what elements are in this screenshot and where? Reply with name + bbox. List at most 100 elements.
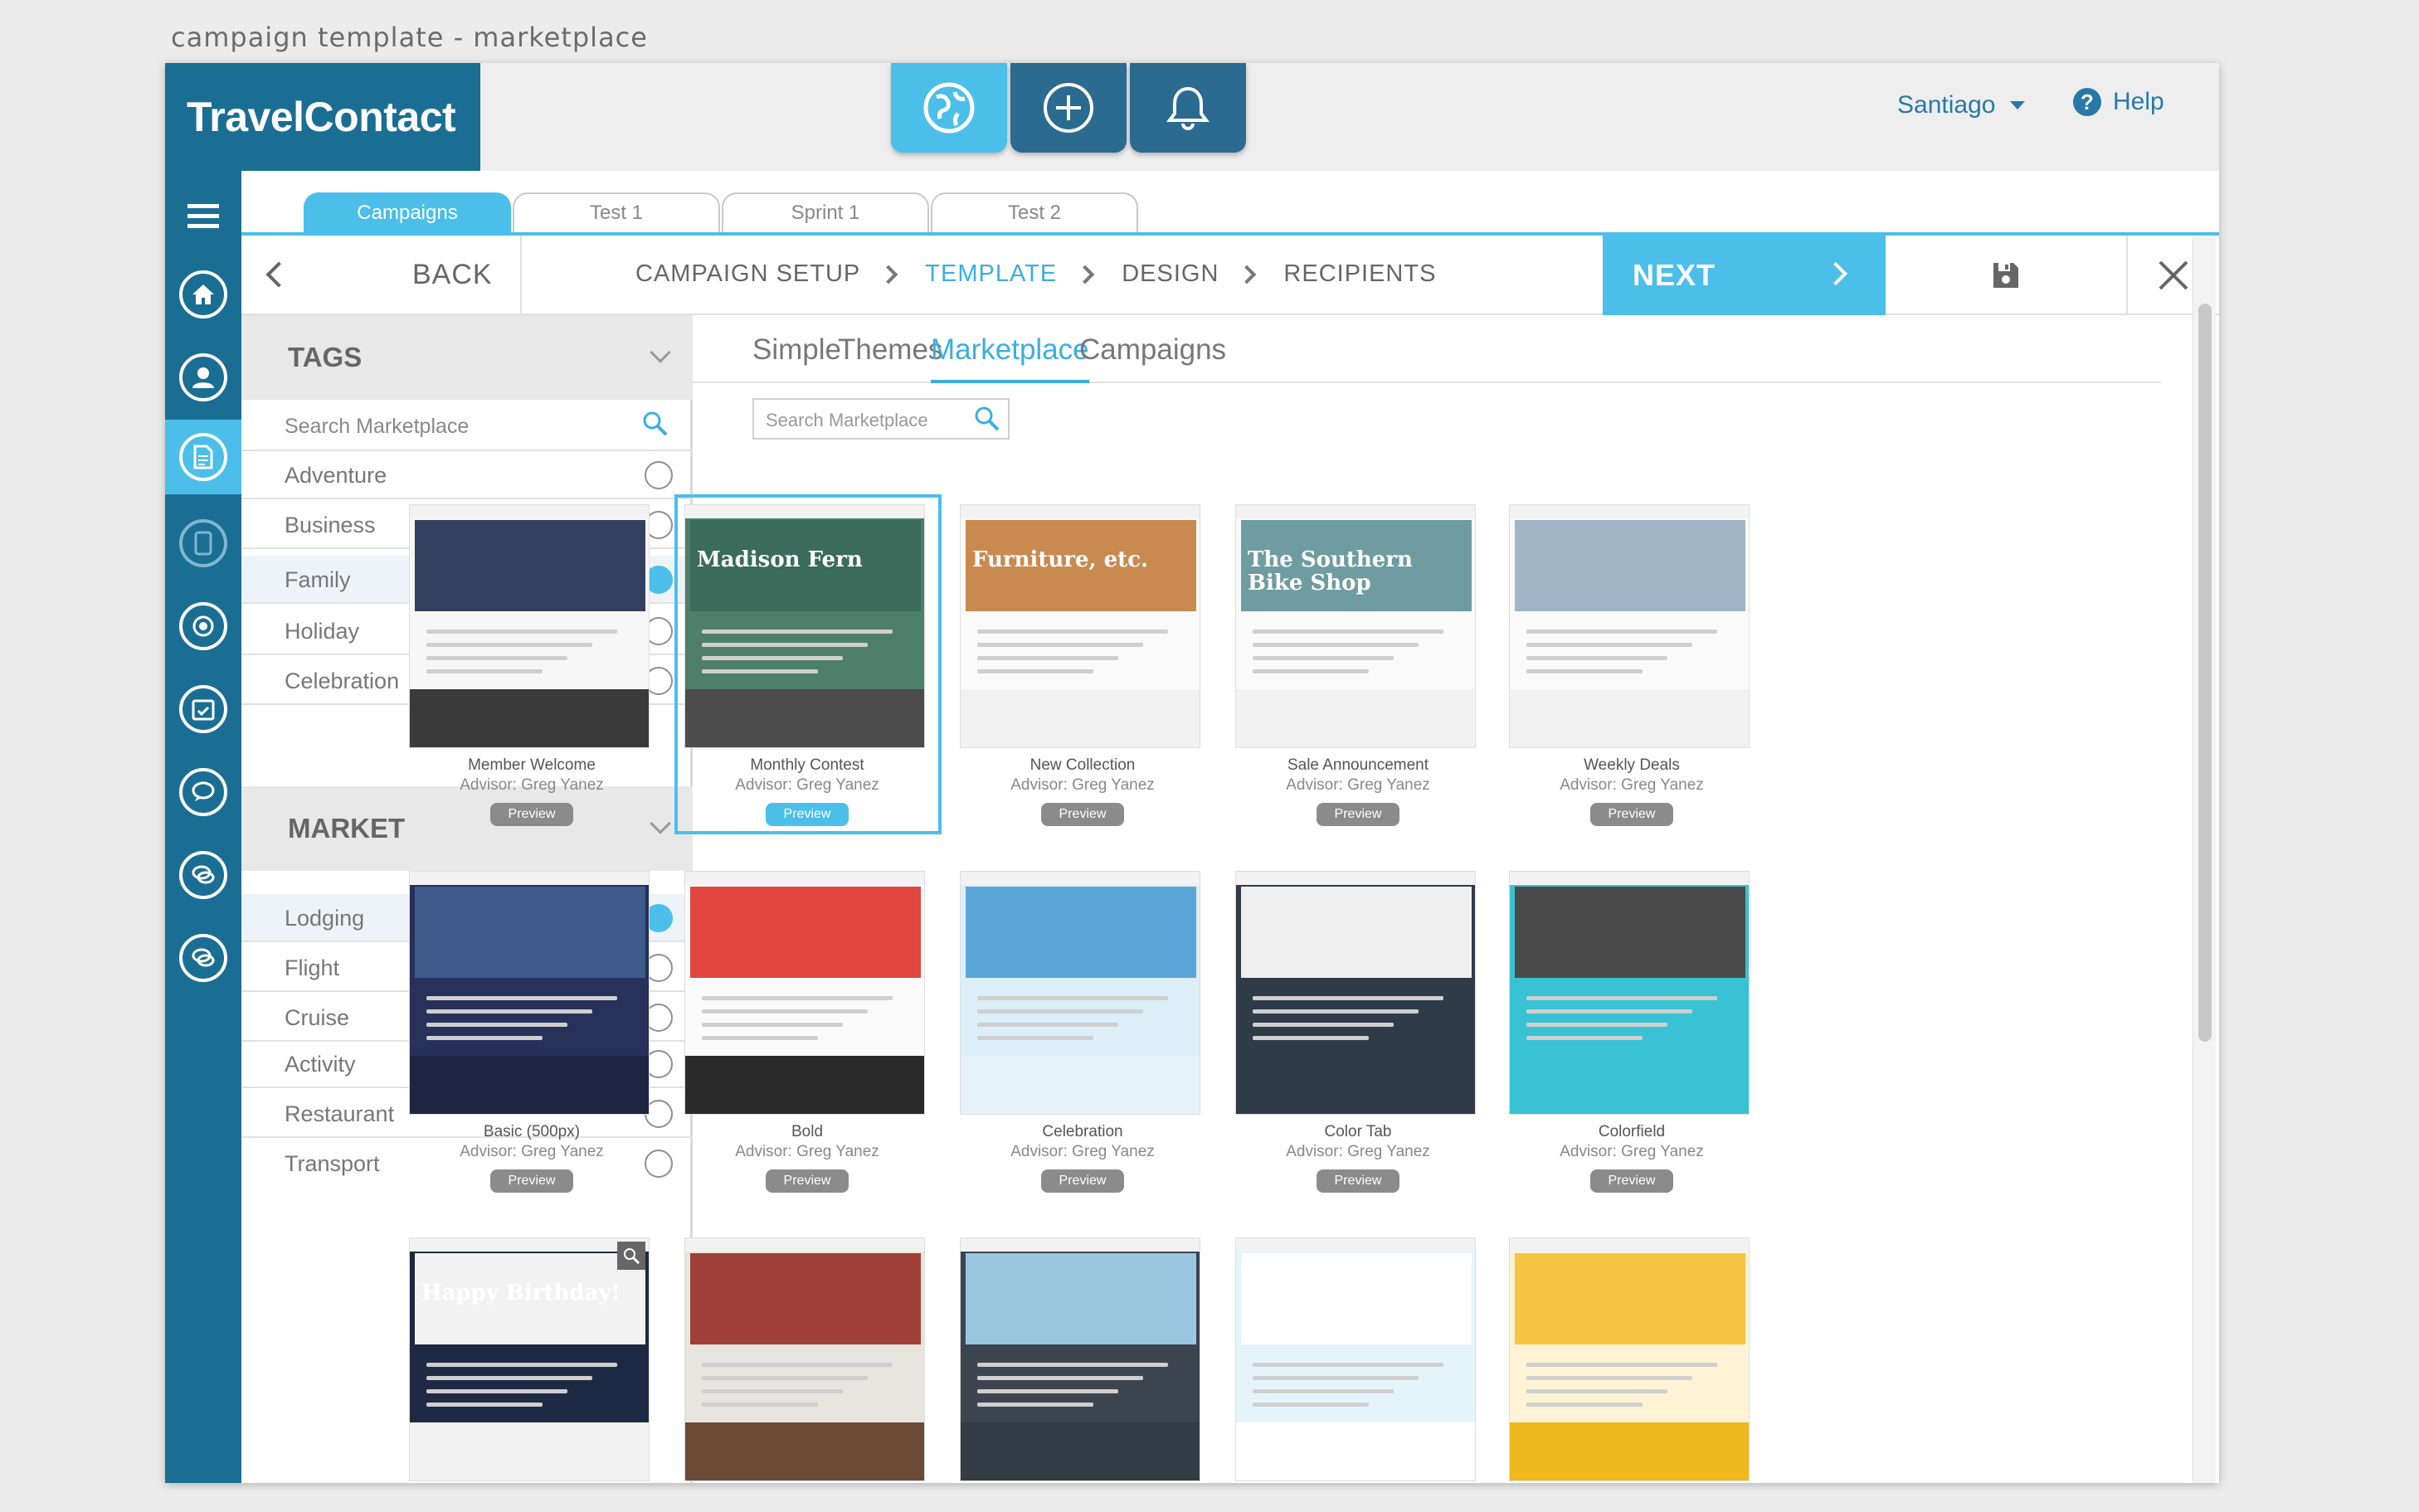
- template-thumbnail[interactable]: [1235, 871, 1476, 1115]
- tab-sprint-1[interactable]: Sprint 1: [722, 192, 929, 232]
- thumbnail-header: [685, 872, 924, 885]
- template-card[interactable]: [1235, 1237, 1481, 1481]
- template-thumbnail[interactable]: [1235, 1237, 1476, 1481]
- preview-button[interactable]: Preview: [1317, 803, 1399, 826]
- help-link[interactable]: ? Help: [2073, 88, 2164, 116]
- user-menu[interactable]: Santiago: [1897, 91, 2026, 119]
- template-thumbnail[interactable]: [1509, 504, 1750, 748]
- rail-calendar[interactable]: [165, 672, 241, 746]
- template-advisor: Advisor: Greg Yanez: [1560, 776, 1704, 794]
- globe-icon: [923, 82, 975, 134]
- zoom-button[interactable]: [617, 1242, 645, 1270]
- notifications-button[interactable]: [1130, 63, 1246, 153]
- brand-logo[interactable]: TravelContact: [165, 63, 480, 171]
- template-thumbnail[interactable]: [1509, 871, 1750, 1115]
- rail-conversations[interactable]: [165, 838, 241, 912]
- thumbnail-text-line: [1253, 1363, 1443, 1367]
- thumbnail-header: [685, 505, 924, 518]
- template-thumbnail[interactable]: [684, 871, 925, 1115]
- template-card[interactable]: [1509, 1237, 1755, 1481]
- template-thumbnail[interactable]: [409, 504, 650, 748]
- rail-home[interactable]: [165, 257, 241, 332]
- tab-campaigns[interactable]: Campaigns: [1079, 333, 1226, 383]
- rail-templates[interactable]: [165, 420, 241, 494]
- template-card[interactable]: Weekly Deals Advisor: Greg Yanez Preview: [1509, 504, 1755, 826]
- bell-icon: [1166, 86, 1210, 130]
- rail-targets[interactable]: [165, 589, 241, 664]
- add-button[interactable]: [1010, 63, 1127, 153]
- template-thumbnail[interactable]: [960, 871, 1200, 1115]
- radio-button[interactable]: [645, 461, 673, 489]
- thumbnail-header: [1236, 872, 1475, 885]
- back-button[interactable]: BACK: [241, 236, 522, 315]
- template-card[interactable]: The Southern Bike Shop Sale Announcement A…: [1235, 504, 1481, 826]
- template-thumbnail[interactable]: Furniture, etc.: [960, 504, 1200, 748]
- preview-button[interactable]: Preview: [1590, 803, 1673, 826]
- template-card[interactable]: Furniture, etc. New Collection Advisor: Gr…: [960, 504, 1205, 826]
- step-template[interactable]: TEMPLATE: [925, 260, 1057, 288]
- preview-button[interactable]: Preview: [1041, 803, 1124, 826]
- template-card[interactable]: Basic (500px) Advisor: Greg Yanez Preview: [409, 871, 655, 1193]
- next-button[interactable]: NEXT: [1603, 236, 1886, 315]
- rail-discussions[interactable]: [165, 921, 241, 995]
- chat-icon: [179, 768, 227, 816]
- template-thumbnail[interactable]: The Southern Bike Shop: [1235, 504, 1476, 748]
- step-campaign-setup[interactable]: CAMPAIGN SETUP: [635, 260, 860, 288]
- marketplace-search-input[interactable]: Search Marketplace: [752, 398, 1010, 440]
- tab-simple[interactable]: Simple: [752, 333, 841, 383]
- tags-header[interactable]: TAGS: [241, 315, 693, 400]
- thumbnail-image: [1241, 1253, 1472, 1344]
- thumbnail-text-line: [977, 1036, 1093, 1040]
- thumbnail-image: [1515, 520, 1745, 611]
- preview-button[interactable]: Preview: [490, 1169, 573, 1193]
- thumbnail-footer: [685, 689, 924, 747]
- template-thumbnail[interactable]: Happy Birthday!: [409, 1237, 650, 1481]
- template-card[interactable]: Colorfield Advisor: Greg Yanez Preview: [1509, 871, 1755, 1193]
- thumbnail-text-line: [1253, 1036, 1369, 1040]
- tab-test-1[interactable]: Test 1: [513, 192, 720, 232]
- thumbnail-text-line: [977, 1403, 1093, 1407]
- rail-contacts[interactable]: [165, 340, 241, 415]
- scrollbar[interactable]: [2193, 237, 2216, 1483]
- tab-marketplace[interactable]: Marketplace: [931, 333, 1089, 383]
- template-thumbnail[interactable]: Madison Fern: [684, 504, 925, 748]
- thumbnail-header: [1236, 505, 1475, 518]
- user-name: Santiago: [1897, 91, 1996, 119]
- step-design[interactable]: DESIGN: [1122, 260, 1219, 288]
- preview-button[interactable]: Preview: [766, 1169, 849, 1193]
- preview-button[interactable]: Preview: [1317, 1169, 1399, 1193]
- template-thumbnail[interactable]: [409, 871, 650, 1115]
- wizard-nav: BACK CAMPAIGN SETUP TEMPLATE DESIGN RECI…: [241, 236, 2219, 315]
- tab-campaigns[interactable]: Campaigns: [304, 192, 511, 232]
- template-card[interactable]: [960, 1237, 1205, 1481]
- template-card[interactable]: Happy Birthday!: [409, 1237, 655, 1481]
- template-card[interactable]: [684, 1237, 930, 1481]
- template-card[interactable]: Bold Advisor: Greg Yanez Preview: [684, 871, 930, 1193]
- tags-search-input[interactable]: Search Marketplace: [241, 400, 693, 451]
- template-thumbnail[interactable]: [684, 1237, 925, 1481]
- thumbnail-header: [1510, 505, 1749, 518]
- template-thumbnail[interactable]: [1509, 1237, 1750, 1481]
- chevron-right-icon: [1823, 261, 1848, 286]
- tab-test-2[interactable]: Test 2: [931, 192, 1138, 232]
- template-card[interactable]: Member Welcome Advisor: Greg Yanez Preview: [409, 504, 655, 826]
- template-card[interactable]: Color Tab Advisor: Greg Yanez Preview: [1235, 871, 1481, 1193]
- menu-button[interactable]: [165, 179, 241, 254]
- step-recipients[interactable]: RECIPIENTS: [1283, 260, 1436, 288]
- thumbnail-image: [415, 887, 645, 978]
- template-thumbnail[interactable]: [960, 1237, 1200, 1481]
- tag-option-adventure[interactable]: Adventure: [241, 451, 693, 499]
- globe-button[interactable]: [891, 63, 1007, 153]
- preview-button[interactable]: Preview: [490, 803, 573, 826]
- thumbnail-footer: [961, 1056, 1200, 1114]
- rail-mobile[interactable]: [165, 506, 241, 581]
- preview-button[interactable]: Preview: [1590, 1169, 1673, 1193]
- template-card[interactable]: Celebration Advisor: Greg Yanez Preview: [960, 871, 1205, 1193]
- rail-messages[interactable]: [165, 755, 241, 829]
- template-card[interactable]: Madison Fern Monthly Contest Advisor: Greg…: [674, 494, 942, 834]
- scrollbar-thumb[interactable]: [2198, 304, 2212, 1042]
- preview-button[interactable]: Preview: [766, 803, 849, 826]
- preview-button[interactable]: Preview: [1041, 1169, 1124, 1193]
- tab-themes[interactable]: Themes: [838, 333, 942, 383]
- save-button[interactable]: [1886, 236, 2128, 315]
